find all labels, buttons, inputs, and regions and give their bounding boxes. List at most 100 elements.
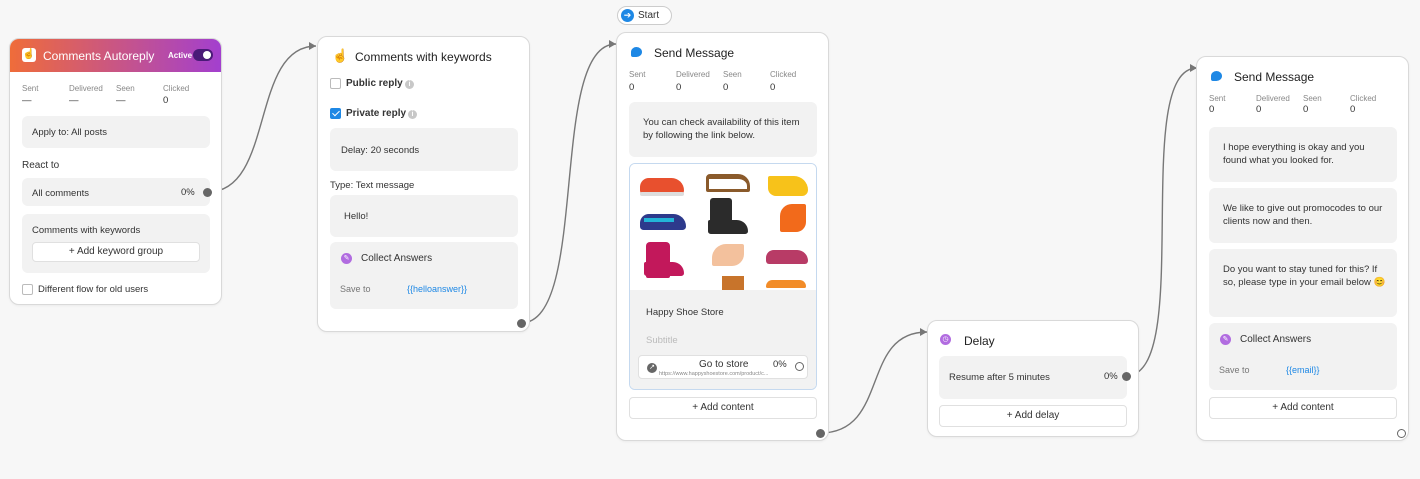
save-to-label: Save to [1219,365,1250,375]
stat-value: — [22,95,32,106]
different-flow-checkbox[interactable] [22,284,33,295]
stat-value: 0 [1303,104,1309,115]
go-to-store-button[interactable]: ↗ Go to store 0% https://www.happyshoest… [638,355,808,379]
add-content-button[interactable]: + Add content [629,397,817,419]
react-to-label: React to [22,160,60,171]
info-icon[interactable]: i [408,110,417,119]
delay-text: Delay: 20 seconds [341,145,420,156]
autoreply-title: Comments Autoreply [43,49,155,63]
add-delay-label: + Add delay [1006,410,1060,421]
keywords-option[interactable]: Comments with keywords + Add keyword gro… [22,214,210,273]
add-content-button[interactable]: + Add content [1209,397,1397,419]
message-box[interactable]: Hello! [330,195,518,237]
public-reply-checkbox[interactable] [330,78,341,89]
collect-answers-icon: ✎ [1220,334,1231,345]
stat-value: 0 [629,82,635,93]
save-to-variable[interactable]: {{email}} [1286,365,1320,375]
resume-box[interactable]: Resume after 5 minutes 0% [939,356,1127,399]
collect-answers-box[interactable]: ✎ Collect Answers Save to {{email}} [1209,323,1397,390]
collect-answers-icon: ✎ [341,253,352,264]
all-comments-option[interactable]: All comments 0% [22,178,210,206]
nude-heel-image [712,244,744,266]
add-delay-button[interactable]: + Add delay [939,405,1127,427]
card-gallery-item[interactable]: Happy Shoe Store Subtitle ↗ Go to store … [629,163,817,390]
stat-value: 0 [1256,104,1262,115]
active-label: Active [168,51,193,60]
toggle-knob [203,51,211,59]
comments-autoreply-node[interactable]: ☝ Comments Autoreply Active Sent Deliver… [9,38,222,305]
resume-text: Resume after 5 minutes [949,372,1050,383]
text-message: I hope everything is okay and you found … [1223,142,1365,166]
all-comments-connector[interactable] [203,188,212,197]
hand-pointer-icon: ☝ [22,48,36,62]
autoreply-header: ☝ Comments Autoreply Active [10,39,221,72]
text-message: You can check availability of this item … [643,117,800,141]
private-reply-checkbox[interactable] [330,108,341,119]
all-comments-label: All comments [32,188,90,199]
blue-sneaker-image [640,214,686,230]
all-comments-pct: 0% [181,187,195,198]
orange-flat-image [766,280,806,288]
stat-label: Delivered [1256,94,1290,103]
button-connector[interactable] [795,362,804,371]
send1-out-connector[interactable] [816,429,825,438]
stat-label: Seen [723,70,742,79]
stat-label: Delivered [676,70,710,79]
shoe-product-image [630,164,816,290]
stat-label: Seen [116,84,135,93]
go-to-store-label: Go to store [699,359,749,370]
send-message-title: Send Message [1234,70,1315,84]
stat-label: Clicked [163,84,190,93]
delay-box[interactable]: Delay: 20 seconds [330,128,518,171]
send2-out-connector[interactable] [1397,429,1406,438]
delay-title: Delay [964,334,995,348]
info-icon[interactable]: i [405,80,414,89]
brown-boot-image [722,276,744,290]
hand-pointer-icon: ☝ [332,48,349,63]
send-message-title: Send Message [654,46,735,60]
text-message-box[interactable]: You can check availability of this item … [629,102,817,157]
stat-label: Clicked [1350,94,1377,103]
stat-value: 0 [676,82,682,93]
card-title: Happy Shoe Store [646,307,724,318]
stat-label: Sent [22,84,39,93]
link-arrow-icon: ↗ [647,363,657,373]
delay-out-connector[interactable] [1122,372,1131,381]
message-text: Hello! [344,211,369,222]
start-node[interactable]: ➔ Start [617,6,672,25]
add-keyword-group-label: + Add keyword group [68,246,164,257]
send-message-node-2[interactable]: Send Message Sent Delivered Seen Clicked… [1196,56,1409,441]
save-to-variable[interactable]: {{helloanswer}} [407,284,467,294]
go-to-store-url: https://www.happyshoestore.com/product/c… [659,371,769,377]
collect-answers-title: Collect Answers [1240,334,1312,345]
stat-value: 0 [1209,104,1215,115]
text-message-box[interactable]: We like to give out promocodes to our cl… [1209,188,1397,243]
add-keyword-group-button[interactable]: + Add keyword group [32,242,200,262]
sandal-image [706,174,750,192]
stat-value: 0 [723,82,729,93]
yellow-wedge-image [768,176,808,196]
collect-answers-box[interactable]: ✎ Collect Answers Save to {{helloanswer}… [330,242,518,309]
save-to-label: Save to [340,284,371,294]
keywords-title: Comments with keywords [355,50,492,64]
comments-with-keywords-node[interactable]: ☝ Comments with keywords Public reply i … [317,36,530,332]
stat-label: Sent [1209,94,1226,103]
message-bubble-icon [1211,71,1222,81]
apply-to-box[interactable]: Apply to: All posts [22,116,210,148]
stat-value: 0 [1350,104,1356,115]
stat-value: 0 [770,82,776,93]
go-to-store-pct: 0% [773,359,787,370]
apply-to-text: Apply to: All posts [32,127,107,138]
send-message-node-1[interactable]: Send Message Sent Delivered Seen Clicked… [616,32,829,441]
text-message: We like to give out promocodes to our cl… [1223,203,1383,227]
keywords-out-connector[interactable] [517,319,526,328]
collect-answers-title: Collect Answers [361,253,433,264]
pink-bootie-toe [644,262,684,276]
active-toggle[interactable] [193,49,213,61]
stat-label: Delivered [69,84,103,93]
text-message-box[interactable]: I hope everything is okay and you found … [1209,127,1397,182]
stat-value: — [116,95,126,106]
delay-node[interactable]: ◷ Delay Resume after 5 minutes 0% + Add … [927,320,1139,437]
text-message: Do you want to stay tuned for this? If s… [1223,264,1386,288]
text-message-box[interactable]: Do you want to stay tuned for this? If s… [1209,249,1397,317]
